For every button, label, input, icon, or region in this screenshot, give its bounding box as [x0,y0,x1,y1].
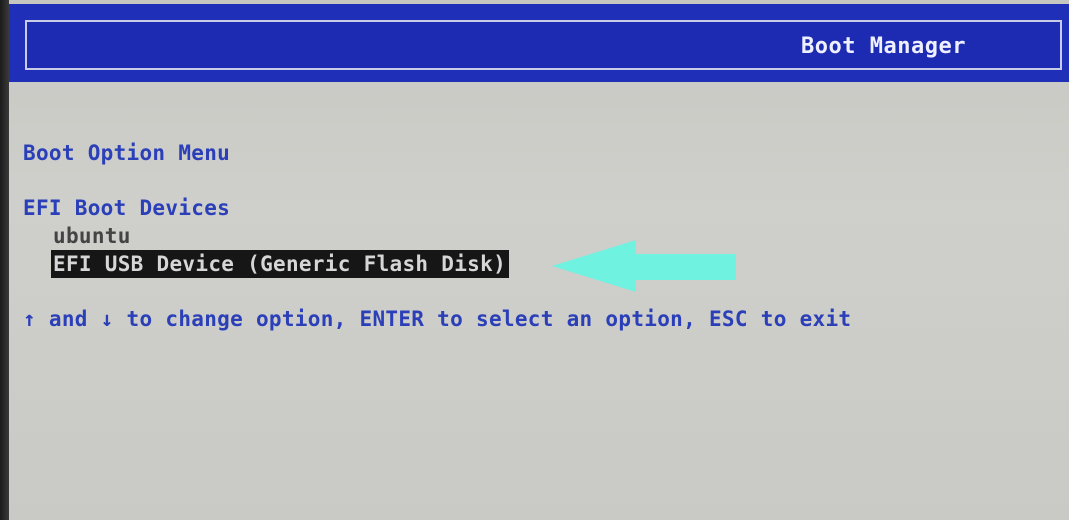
boot-option-usb-selected[interactable]: EFI USB Device (Generic Flash Disk) [51,250,510,278]
monitor-bezel [0,0,9,520]
arrow-left-icon [552,240,736,292]
boot-menu-title: Boot Option Menu [23,141,231,165]
page-title: Boot Manager [801,34,966,59]
section-label-efi-devices: EFI Boot Devices [23,196,231,220]
header-bar: Boot Manager [9,4,1069,82]
help-text: ↑ and ↓ to change option, ENTER to selec… [23,307,852,331]
bios-screen: Boot Manager Boot Option Menu EFI Boot D… [0,0,1069,520]
boot-option-ubuntu[interactable]: ubuntu [53,224,131,248]
arrow-shape [552,240,736,292]
